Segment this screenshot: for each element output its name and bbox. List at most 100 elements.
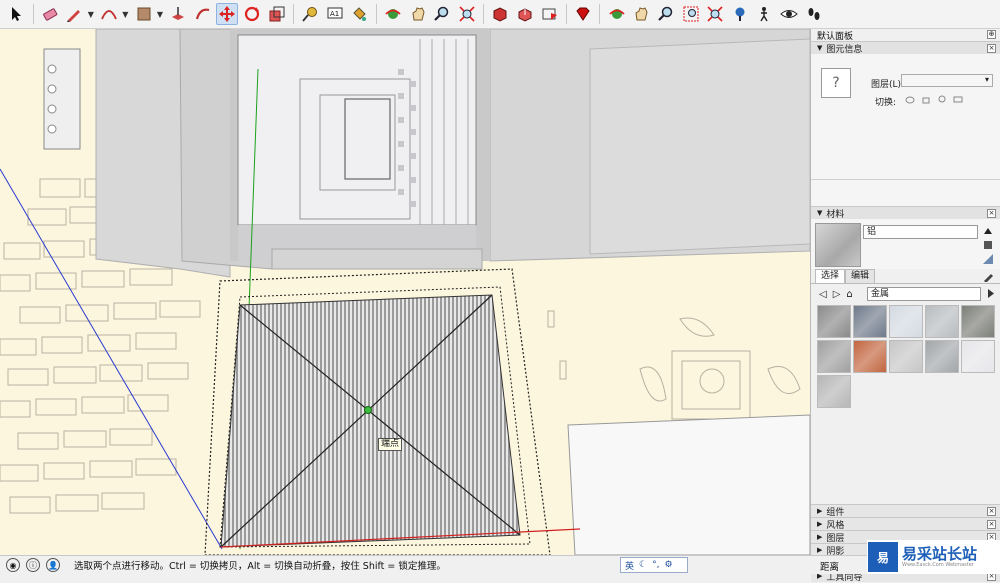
toolbar-separator	[565, 4, 567, 24]
walk-icon[interactable]	[753, 3, 775, 25]
entity-preview-icon: ?	[821, 68, 851, 98]
collapsed-tray-header[interactable]: ▶ 组件 ×	[811, 504, 1000, 518]
home-icon[interactable]: ⌂	[846, 289, 852, 300]
forward-arrow-icon[interactable]: ▷	[833, 289, 841, 300]
rectangle-dropdown-icon[interactable]: ▼	[156, 3, 164, 25]
material-swatch[interactable]	[853, 305, 887, 338]
pencil-line-icon[interactable]	[63, 3, 85, 25]
entity-info-title: 图元信息	[826, 44, 863, 55]
material-current: 铝	[811, 219, 1000, 269]
pencil-icon[interactable]	[983, 271, 994, 282]
zoom-window-icon[interactable]	[680, 3, 702, 25]
hide-toggle-icon[interactable]	[905, 95, 915, 104]
component-outer-icon[interactable]	[514, 3, 536, 25]
status-bar: ◉ ⓘ 👤 选取两个点进行移动。Ctrl = 切换拷贝，Alt = 切换自动折叠…	[0, 555, 1000, 574]
collapse-arrow-icon: ▼	[817, 209, 823, 217]
orbit-secondary-icon[interactable]	[606, 3, 628, 25]
entity-info-body: ? 图层(L): ▾ 切换:	[811, 54, 1000, 180]
rotate-tool-icon[interactable]	[241, 3, 263, 25]
close-icon[interactable]: ×	[987, 209, 996, 218]
toolbar-separator	[483, 4, 485, 24]
text-tool-icon[interactable]: A1	[324, 3, 346, 25]
pin-icon[interactable]: ⊕	[987, 30, 996, 39]
look-around-icon[interactable]	[778, 3, 800, 25]
follow-me-icon[interactable]	[192, 3, 214, 25]
material-swatch[interactable]	[889, 305, 923, 338]
material-swatch[interactable]	[817, 305, 851, 338]
expand-arrow-icon: ▶	[817, 520, 823, 528]
settings-icon: ⚙	[664, 560, 673, 570]
modeling-viewport[interactable]: 端点	[0, 29, 810, 555]
tab-edit[interactable]: 编辑	[845, 269, 876, 283]
material-swatch[interactable]	[925, 340, 959, 373]
shadow-cast-icon[interactable]	[937, 95, 947, 104]
default-material-icon[interactable]	[982, 225, 994, 237]
entity-info-spacer	[811, 180, 1000, 206]
materials-header[interactable]: ▼ 材料 ×	[811, 206, 1000, 220]
create-material-icon[interactable]	[982, 239, 994, 251]
collection-select[interactable]: 金属	[867, 287, 981, 301]
pencil-dropdown-icon[interactable]: ▼	[87, 3, 95, 25]
sample-paint-icon[interactable]	[982, 253, 994, 265]
moon-icon: ☾	[639, 560, 648, 570]
material-swatch[interactable]	[961, 305, 995, 338]
eraser-tool-icon[interactable]	[39, 3, 61, 25]
pan-icon[interactable]	[407, 3, 429, 25]
user-icon[interactable]: 👤	[46, 558, 60, 572]
tray-title: 默认面板 ⊕	[811, 29, 1000, 42]
material-swatch[interactable]	[889, 340, 923, 373]
collapsed-tray-header[interactable]: ▶ 风格 ×	[811, 517, 1000, 531]
ime-lang: 英	[625, 561, 635, 572]
tab-select[interactable]: 选择	[815, 269, 846, 283]
select-tool-icon[interactable]	[5, 3, 27, 25]
arc-tool-icon[interactable]	[98, 3, 120, 25]
material-swatch[interactable]	[817, 340, 851, 373]
back-arrow-icon[interactable]: ◁	[819, 289, 827, 300]
arc-dropdown-icon[interactable]: ▼	[121, 3, 129, 25]
move-tool-icon[interactable]	[216, 3, 239, 25]
zoom-extents-secondary-icon[interactable]	[704, 3, 726, 25]
material-name-field[interactable]: 铝	[863, 225, 978, 239]
push-pull-icon[interactable]	[167, 3, 189, 25]
orbit-icon[interactable]	[382, 3, 404, 25]
zoom-secondary-icon[interactable]	[655, 3, 677, 25]
shadow-receive-icon[interactable]	[953, 95, 963, 104]
watermark-url: Www.Easck.Com Webmaster	[902, 562, 974, 568]
current-material-swatch	[815, 223, 861, 267]
toolbar-separator	[599, 4, 601, 24]
geo-location-icon[interactable]: ◉	[6, 558, 20, 572]
pan-secondary-icon[interactable]	[630, 3, 652, 25]
material-swatch[interactable]	[817, 375, 851, 408]
material-tabs: 选择 编辑	[811, 269, 1000, 284]
materials-title: 材料	[826, 209, 845, 220]
panel-spacer	[811, 414, 1000, 504]
material-swatch[interactable]	[961, 340, 995, 373]
collapsed-tray-label: 图层	[826, 533, 845, 544]
lock-toggle-icon[interactable]	[921, 95, 931, 104]
credits-icon[interactable]: ⓘ	[26, 558, 40, 572]
tape-measure-icon[interactable]	[299, 3, 321, 25]
make-component-icon[interactable]	[489, 3, 511, 25]
footprint-icon[interactable]	[803, 3, 825, 25]
position-camera-icon[interactable]	[729, 3, 751, 25]
paint-bucket-icon[interactable]	[348, 3, 370, 25]
entity-info-header[interactable]: ▼ 图元信息 ×	[811, 41, 1000, 55]
close-icon[interactable]: ×	[987, 520, 996, 529]
scale-tool-icon[interactable]	[266, 3, 288, 25]
ime-indicator[interactable]: 英 ☾ °, ⚙	[620, 557, 688, 573]
toolbar-separator	[375, 4, 377, 24]
zoom-icon[interactable]	[431, 3, 453, 25]
close-icon[interactable]: ×	[987, 507, 996, 516]
ruby-gem-icon[interactable]	[572, 3, 594, 25]
zoom-extents-icon[interactable]	[456, 3, 478, 25]
layer-select[interactable]: ▾	[901, 74, 993, 87]
close-icon[interactable]: ×	[987, 44, 996, 53]
collapsed-tray-label: 风格	[826, 520, 845, 531]
toggle-label: 切换:	[875, 98, 897, 108]
material-swatch[interactable]	[853, 340, 887, 373]
material-swatch[interactable]	[925, 305, 959, 338]
rectangle-tool-icon[interactable]	[133, 3, 155, 25]
scenes-icon[interactable]	[539, 3, 561, 25]
measurements-label: 距离	[820, 562, 840, 573]
details-arrow-icon[interactable]	[985, 288, 996, 299]
